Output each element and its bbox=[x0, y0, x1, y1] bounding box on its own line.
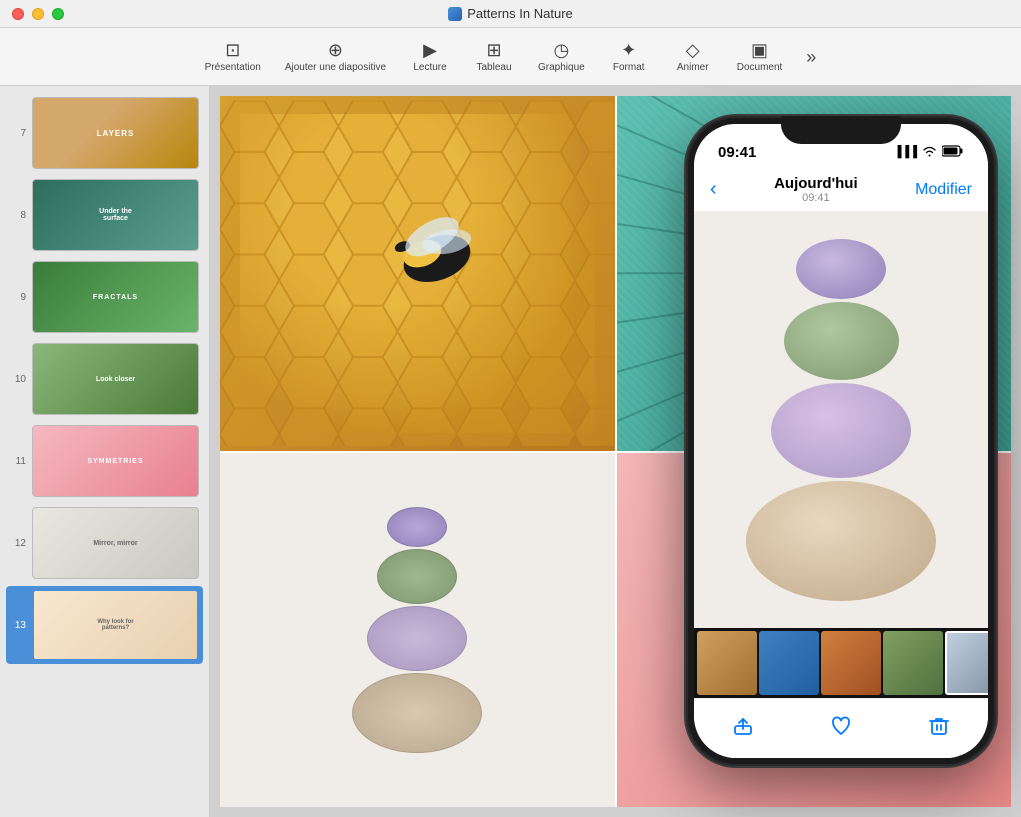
slide-item-12[interactable]: 12 Mirror, mirror bbox=[6, 504, 203, 582]
urchin-stack-photo bbox=[726, 219, 956, 621]
toolbar-tableau[interactable]: ⊞ Tableau bbox=[464, 37, 524, 77]
share-button[interactable] bbox=[732, 715, 754, 743]
slide-thumb-9: FRACTALS bbox=[32, 261, 199, 333]
slide-item-7[interactable]: 7 LAYERS bbox=[6, 94, 203, 172]
iphone-urchin-1 bbox=[796, 239, 886, 299]
more-icon: » bbox=[806, 48, 816, 66]
iphone-notch bbox=[781, 116, 901, 144]
chart-icon: ◷ bbox=[554, 41, 570, 59]
iphone-urchin-4 bbox=[746, 481, 936, 601]
urchin-top bbox=[387, 507, 447, 547]
strip-thumb-5[interactable] bbox=[945, 631, 988, 695]
slide-panel: 7 LAYERS 8 Under thesurface 9 FRACTALS bbox=[0, 86, 210, 817]
strip-thumb-3[interactable] bbox=[821, 631, 881, 695]
tableau-icon: ⊞ bbox=[486, 41, 501, 59]
status-icons: ▐▐▐ bbox=[894, 145, 964, 160]
slide-thumb-13: Why look forpatterns? bbox=[32, 589, 199, 661]
honeycomb-svg bbox=[220, 96, 615, 451]
strip-thumb-2[interactable] bbox=[759, 631, 819, 695]
nav-today-label: Aujourd'hui bbox=[774, 175, 858, 192]
minimize-button[interactable] bbox=[32, 8, 44, 20]
toolbar-animer[interactable]: ◇ Animer bbox=[663, 37, 723, 77]
chevron-left-icon: ‹ bbox=[710, 178, 717, 201]
toolbar-document[interactable]: ▣ Document bbox=[727, 37, 793, 77]
back-button[interactable]: ‹ bbox=[710, 178, 717, 201]
main-area: 7 LAYERS 8 Under thesurface 9 FRACTALS bbox=[0, 86, 1021, 817]
urchin-middle-top bbox=[377, 549, 457, 604]
play-icon: ▶ bbox=[423, 41, 437, 59]
wifi-icon bbox=[922, 145, 937, 160]
edit-button[interactable]: Modifier bbox=[915, 181, 972, 199]
delete-button[interactable] bbox=[928, 715, 950, 743]
slide-thumb-12: Mirror, mirror bbox=[32, 507, 199, 579]
toolbar-more[interactable]: » bbox=[796, 44, 826, 70]
slide-item-13[interactable]: 13 Why look forpatterns? bbox=[6, 586, 203, 664]
slide-thumb-7: LAYERS bbox=[32, 97, 199, 169]
keynote-icon bbox=[448, 7, 462, 21]
toolbar-lecture[interactable]: ▶ Lecture bbox=[400, 37, 460, 77]
nav-time-label: 09:41 bbox=[774, 192, 858, 204]
slide-item-8[interactable]: 8 Under thesurface bbox=[6, 176, 203, 254]
slide-item-9[interactable]: 9 FRACTALS bbox=[6, 258, 203, 336]
bottom-action-bar bbox=[694, 698, 988, 758]
status-time: 09:41 bbox=[718, 144, 756, 161]
animate-icon: ◇ bbox=[686, 41, 700, 59]
toolbar: ⊡ Présentation ⊕ Ajouter une diapositive… bbox=[0, 28, 1021, 86]
toolbar-presentation[interactable]: ⊡ Présentation bbox=[195, 37, 271, 77]
toolbar-add-slide[interactable]: ⊕ Ajouter une diapositive bbox=[275, 37, 396, 77]
canvas-area: 09:41 ▐▐▐ bbox=[210, 86, 1021, 817]
toolbar-format[interactable]: ✦ Format bbox=[599, 37, 659, 77]
toolbar-graphique[interactable]: ◷ Graphique bbox=[528, 37, 595, 77]
strip-thumb-1[interactable] bbox=[697, 631, 757, 695]
presentation-icon: ⊡ bbox=[225, 41, 240, 59]
signal-icon: ▐▐▐ bbox=[894, 146, 917, 158]
nav-title-area: Aujourd'hui 09:41 bbox=[774, 175, 858, 204]
iphone-urchin-2 bbox=[784, 302, 899, 380]
traffic-lights bbox=[12, 8, 64, 20]
iphone-mockup: 09:41 ▐▐▐ bbox=[681, 116, 1001, 787]
maximize-button[interactable] bbox=[52, 8, 64, 20]
slide-thumb-11: SYMMETRIES bbox=[32, 425, 199, 497]
slide-item-10[interactable]: 10 Look closer bbox=[6, 340, 203, 418]
battery-icon bbox=[942, 145, 964, 160]
slide-thumb-8: Under thesurface bbox=[32, 179, 199, 251]
panel-urchins-white bbox=[220, 453, 615, 808]
thumbnail-strip[interactable] bbox=[694, 628, 988, 698]
slide-thumb-10: Look closer bbox=[32, 343, 199, 415]
heart-button[interactable] bbox=[830, 715, 852, 743]
format-icon: ✦ bbox=[621, 41, 636, 59]
add-slide-icon: ⊕ bbox=[328, 41, 343, 59]
panel-honeybee bbox=[220, 96, 615, 451]
iphone-urchin-3 bbox=[771, 383, 911, 478]
urchin-middle-bottom bbox=[367, 606, 467, 671]
slide-item-11[interactable]: 11 SYMMETRIES bbox=[6, 422, 203, 500]
strip-thumb-4[interactable] bbox=[883, 631, 943, 695]
document-icon: ▣ bbox=[751, 41, 768, 59]
close-button[interactable] bbox=[12, 8, 24, 20]
window-title: Patterns In Nature bbox=[448, 6, 573, 21]
photo-area[interactable] bbox=[694, 212, 988, 628]
urchin-bottom bbox=[352, 673, 482, 753]
titlebar: Patterns In Nature bbox=[0, 0, 1021, 28]
iphone-screen: 09:41 ▐▐▐ bbox=[694, 124, 988, 758]
nav-bar: ‹ Aujourd'hui 09:41 Modifier bbox=[694, 168, 988, 212]
iphone-frame: 09:41 ▐▐▐ bbox=[686, 116, 996, 766]
